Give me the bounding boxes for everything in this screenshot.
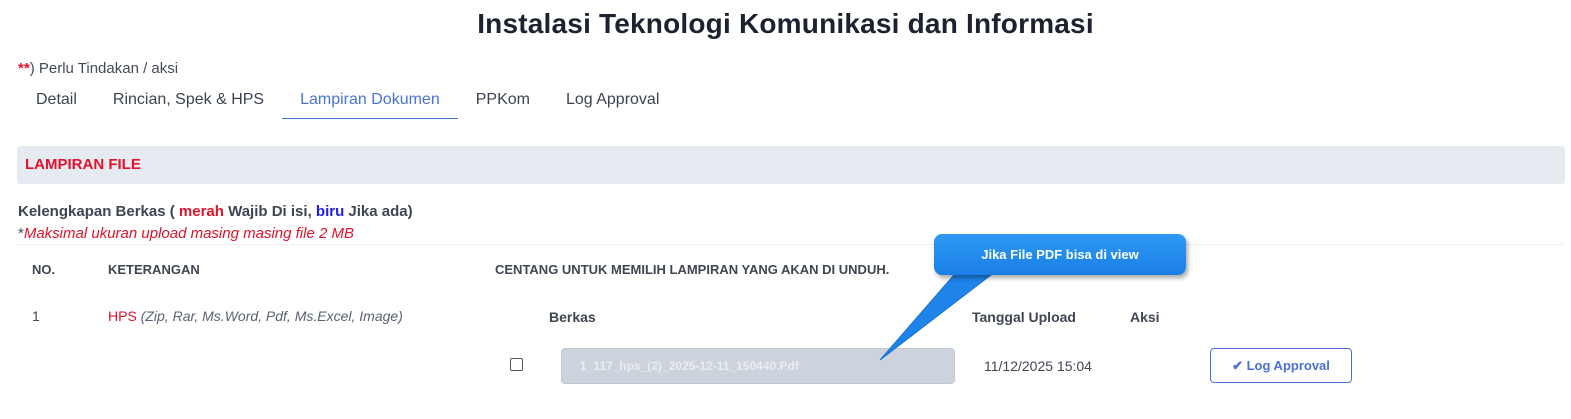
subheader-berkas: Berkas [549,309,596,325]
tab-ppkom[interactable]: PPKom [458,82,548,119]
berkas-legend: Kelengkapan Berkas ( merah Wajib Di isi,… [18,203,413,220]
pdf-view-callout: Jika File PDF bisa di view [934,234,1186,275]
divider [18,244,1565,245]
header-no: NO. [32,262,56,277]
upload-date: 11/12/2025 15:04 [984,358,1092,374]
legend-optional-text: Jika ada) [348,203,413,220]
document-name: HPS [108,308,137,324]
action-note: **) Perlu Tindakan / aksi [18,60,178,77]
log-approval-label: Log Approval [1246,358,1330,373]
log-approval-button[interactable]: ✔ Log Approval [1210,348,1352,383]
section-header: LAMPIRAN FILE [17,146,1565,184]
header-keterangan: KETERANGAN [108,262,200,277]
berkas-prefix: Kelengkapan Berkas ( [18,203,175,220]
subheader-aksi: Aksi [1130,309,1160,325]
legend-required-word: merah [178,203,224,220]
max-size-text: Maksimal ukuran upload masing masing fil… [23,225,354,242]
legend-optional-word: biru [315,203,345,220]
tab-log-approval[interactable]: Log Approval [548,82,677,119]
file-view-field[interactable]: 1_117_hps_(2)_2025-12-11_150440.Pdf [561,348,955,384]
section-title: LAMPIRAN FILE [25,156,141,173]
header-centang: CENTANG UNTUK MEMILIH LAMPIRAN YANG AKAN… [495,262,890,277]
legend-required-text: Wajib Di isi, [228,203,312,220]
tab-rincian-spek-hps[interactable]: Rincian, Spek & HPS [95,82,282,119]
document-accepted-types: (Zip, Rar, Ms.Word, Pdf, Ms.Excel, Image… [140,308,403,324]
document-type: HPS (Zip, Rar, Ms.Word, Pdf, Ms.Excel, I… [108,308,403,324]
tab-detail[interactable]: Detail [18,82,95,119]
check-icon: ✔ [1232,358,1243,373]
file-name: 1_117_hps_(2)_2025-12-11_150440.Pdf [580,359,799,373]
select-file-checkbox[interactable] [510,358,523,371]
page-title: Instalasi Teknologi Komunikasi dan Infor… [477,8,1094,39]
row-number: 1 [32,308,40,324]
action-note-text: ) Perlu Tindakan / aksi [29,60,179,77]
subheader-tanggal-upload: Tanggal Upload [972,309,1076,325]
tab-bar: Detail Rincian, Spek & HPS Lampiran Doku… [18,82,677,119]
callout-text: Jika File PDF bisa di view [981,247,1139,262]
action-marker: ** [18,60,30,77]
max-size-note: *Maksimal ukuran upload masing masing fi… [18,225,354,242]
tab-lampiran-dokumen[interactable]: Lampiran Dokumen [282,82,458,119]
